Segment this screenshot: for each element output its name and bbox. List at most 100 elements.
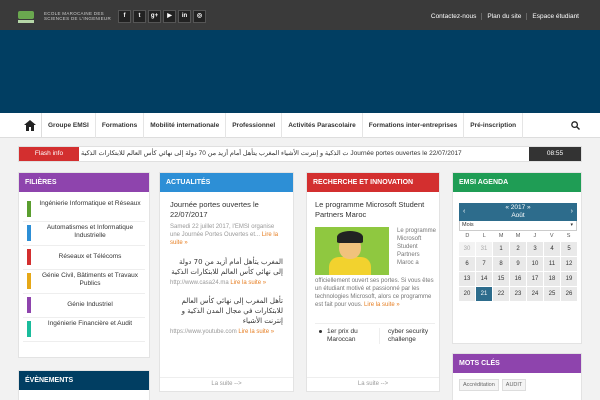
calendar-day[interactable]: 13: [459, 272, 475, 286]
calendar-day[interactable]: 11: [544, 257, 560, 271]
rech-read-more[interactable]: Lire la suite »: [364, 302, 400, 308]
filiere-item[interactable]: Génie Industriel: [23, 294, 145, 318]
calendar-day[interactable]: 14: [476, 272, 492, 286]
nav-item-5[interactable]: Formations inter-entreprises: [363, 113, 465, 138]
events-title: ÉVÈNEMENTS: [19, 371, 149, 390]
search-icon: [571, 121, 580, 130]
tag-item[interactable]: AUDIT: [501, 379, 527, 391]
nav-item-6[interactable]: Pré-inscription: [464, 113, 524, 138]
agenda-title: EMSI AGENDA: [453, 173, 581, 192]
main-nav: Groupe EMSI Formations Mobilité internatio…: [0, 113, 600, 138]
rech-tab-1[interactable]: 1er prix du Maroccan: [319, 328, 367, 344]
calendar-view-select[interactable]: Mois ▾: [459, 221, 577, 231]
rech-tabs: 1er prix du Maroccan cyber security chal…: [315, 323, 435, 345]
filiere-label: Génie Civil, Bâtiments et Travaux Public…: [41, 272, 139, 287]
actu-more-link[interactable]: La suite -->: [160, 377, 293, 387]
actu-read-more-1[interactable]: Lire la suite »: [230, 280, 266, 286]
recherche-panel: RECHERCHE ET INNOVATION Le programme Mic…: [306, 172, 440, 392]
actu-meta: Samedi 22 juillet 2017, l'EMSI organise …: [170, 224, 275, 238]
emsi-logo[interactable]: [18, 11, 34, 25]
rech-headline[interactable]: Le programme Microsoft Student Partners …: [307, 192, 439, 220]
social-links: f t g+ ▶ in ◎: [118, 10, 206, 23]
tag-item[interactable]: Accréditation: [459, 379, 499, 391]
calendar-day[interactable]: 5: [561, 242, 577, 256]
filiere-item[interactable]: Automatismes et Informatique Industriell…: [23, 222, 145, 246]
calendar-year[interactable]: « 2017 »: [459, 204, 577, 212]
facebook-icon[interactable]: f: [118, 10, 131, 23]
nav-item-2[interactable]: Mobilité internationale: [144, 113, 227, 138]
calendar-day[interactable]: 26: [561, 287, 577, 301]
filiere-label: Automatismes et Informatique Industriell…: [46, 224, 134, 239]
calendar-day[interactable]: 19: [561, 272, 577, 286]
rech-more-link[interactable]: La suite -->: [307, 377, 439, 387]
filiere-item[interactable]: Ingénierie Financière et Audit: [23, 318, 145, 342]
calendar-day[interactable]: 6: [459, 257, 475, 271]
weekday-label: L: [482, 233, 486, 239]
flash-label: Flash info: [19, 147, 79, 161]
calendar-day[interactable]: 16: [510, 272, 526, 286]
filiere-label: Ingénierie Informatique et Réseaux: [39, 200, 141, 207]
calendar-next-icon[interactable]: ›: [571, 208, 573, 216]
top-link-0[interactable]: Contactez-nous: [426, 13, 482, 20]
calendar-day[interactable]: 24: [527, 287, 543, 301]
actu-read-more-2[interactable]: Lire la suite »: [238, 329, 274, 335]
calendar-day[interactable]: 1: [493, 242, 509, 256]
nav-item-0[interactable]: Groupe EMSI: [42, 113, 96, 138]
actualites-panel: ACTUALITÉS Journée portes ouvertes le 22…: [159, 172, 294, 392]
calendar-day[interactable]: 25: [544, 287, 560, 301]
flash-info-bar: Flash info ت الذكية و إنترنت الأشياء الم…: [18, 146, 582, 162]
calendar-weekdays: DLMMJVS: [459, 231, 577, 242]
home-button[interactable]: [18, 113, 42, 138]
nav-item-1[interactable]: Formations: [96, 113, 145, 138]
top-link-2[interactable]: Espace étudiant: [526, 13, 584, 20]
home-icon: [24, 120, 36, 131]
calendar-day[interactable]: 17: [527, 272, 543, 286]
calendar-day[interactable]: 20: [459, 287, 475, 301]
calendar-day[interactable]: 3: [527, 242, 543, 256]
filiere-label: Réseaux et Télécoms: [58, 253, 122, 260]
calendar-day[interactable]: 23: [510, 287, 526, 301]
weekday-label: S: [566, 233, 571, 239]
calendar-day[interactable]: 2: [510, 242, 526, 256]
calendar-day[interactable]: 30: [459, 242, 475, 256]
calendar-day[interactable]: 15: [493, 272, 509, 286]
nav-item-3[interactable]: Professionnel: [226, 113, 283, 138]
calendar-day[interactable]: 9: [510, 257, 526, 271]
calendar-day[interactable]: 8: [493, 257, 509, 271]
top-link-1[interactable]: Plan du site: [481, 13, 526, 20]
google-plus-icon[interactable]: g+: [148, 10, 161, 23]
flash-ticker[interactable]: ت الذكية و إنترنت الأشياء المغرب يتأهل أ…: [81, 147, 481, 161]
linkedin-icon[interactable]: in: [178, 10, 191, 23]
calendar-day[interactable]: 22: [493, 287, 509, 301]
filiere-color-bar: [27, 201, 31, 217]
calendar-day[interactable]: 31: [476, 242, 492, 256]
filiere-color-bar: [27, 297, 31, 313]
rech-side-text: Le programme Microsoft Student Partners …: [397, 228, 437, 266]
calendar-day[interactable]: 21: [476, 287, 492, 301]
calendar-day[interactable]: 4: [544, 242, 560, 256]
filieres-panel: FILIÈRES Ingénierie Informatique et Rése…: [18, 172, 150, 358]
rech-image[interactable]: [315, 227, 389, 275]
calendar-day[interactable]: 12: [561, 257, 577, 271]
actu-headline[interactable]: Journée portes ouvertes le 22/07/2017: [170, 200, 283, 220]
calendar-prev-icon[interactable]: ‹: [463, 208, 465, 216]
filiere-item[interactable]: Réseaux et Télécoms: [23, 246, 145, 270]
search-button[interactable]: [566, 113, 584, 138]
twitter-icon[interactable]: t: [133, 10, 146, 23]
calendar-day[interactable]: 10: [527, 257, 543, 271]
actu-article-1[interactable]: المغرب يتأهل أمام أزيد من 70 دولة إلى نه…: [170, 257, 283, 277]
calendar-month: Août: [511, 212, 525, 219]
rech-tab-2[interactable]: cyber security challenge: [379, 328, 435, 344]
nav-item-4[interactable]: Activités Parascolaire: [282, 113, 363, 138]
weekday-label: M: [515, 233, 521, 239]
weekday-label: V: [549, 233, 554, 239]
youtube-icon[interactable]: ▶: [163, 10, 176, 23]
filiere-item[interactable]: Ingénierie Informatique et Réseaux: [23, 198, 145, 222]
filiere-item[interactable]: Génie Civil, Bâtiments et Travaux Public…: [23, 270, 145, 294]
events-panel: ÉVÈNEMENTS: [18, 370, 150, 400]
calendar-day[interactable]: 18: [544, 272, 560, 286]
calendar: ‹ « 2017 » Août › Mois ▾ DLMMJVS 30 31 1 2 3 4…: [459, 203, 577, 301]
instagram-icon[interactable]: ◎: [193, 10, 206, 23]
calendar-day[interactable]: 7: [476, 257, 492, 271]
actu-article-2[interactable]: تأهل المغرب إلى نهائي كأس العالم للابتكا…: [170, 296, 283, 326]
